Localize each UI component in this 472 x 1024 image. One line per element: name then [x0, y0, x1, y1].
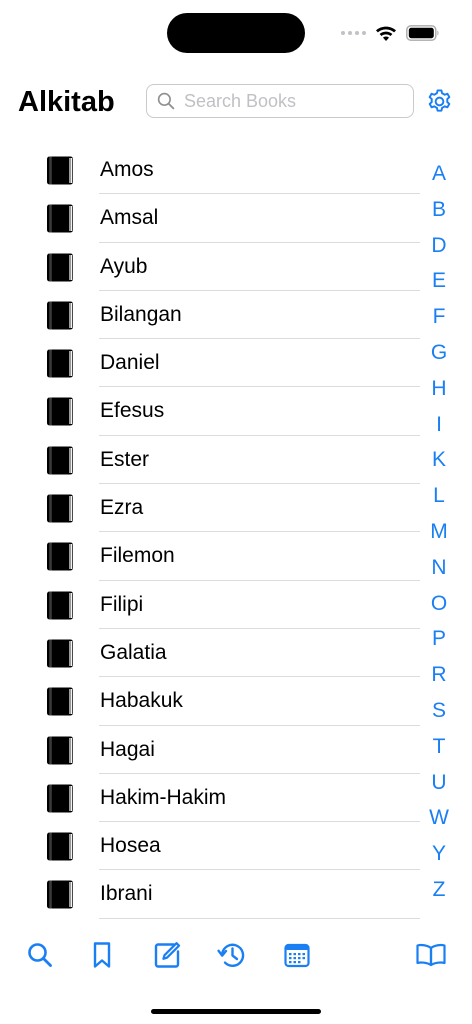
index-letter[interactable]: A — [424, 156, 454, 192]
book-list-item[interactable]: Ester — [0, 436, 420, 485]
index-letter[interactable]: W — [424, 800, 454, 836]
book-icon — [47, 204, 73, 233]
book-name: Amos — [100, 158, 154, 181]
book-icon — [47, 736, 73, 765]
calendar-icon[interactable] — [282, 940, 312, 970]
book-name: Hosea — [100, 834, 161, 858]
book-list-item[interactable]: Hakim-Hakim — [0, 774, 420, 823]
screen: Alkitab Amos Amsal — [0, 0, 472, 1024]
book-list-item[interactable]: Hagai — [0, 726, 420, 774]
index-letter[interactable]: H — [424, 371, 454, 407]
search-icon — [157, 92, 175, 110]
index-letter[interactable]: E — [424, 263, 454, 299]
row-divider — [99, 917, 420, 919]
index-letter[interactable]: S — [424, 693, 454, 729]
index-letter[interactable]: O — [424, 586, 454, 622]
book-list: Amos Amsal Ayub Bilangan Daniel Efesus E… — [0, 146, 420, 919]
book-name: Bilangan — [100, 302, 182, 326]
book-icon — [47, 832, 73, 861]
search-field[interactable] — [146, 84, 414, 118]
index-letter[interactable]: K — [424, 442, 454, 478]
book-name: Efesus — [100, 399, 165, 423]
gear-icon[interactable] — [426, 88, 453, 115]
battery-icon — [406, 25, 439, 41]
home-indicator — [151, 1009, 321, 1014]
notes-icon[interactable] — [152, 940, 182, 970]
book-icon — [47, 253, 73, 282]
index-letter[interactable]: I — [424, 407, 454, 443]
book-name: Amsal — [100, 206, 159, 230]
cellular-signal-icon — [341, 31, 366, 35]
book-icon — [47, 397, 73, 426]
search-icon[interactable] — [25, 940, 55, 970]
book-icon — [47, 784, 73, 813]
index-letter[interactable]: P — [424, 621, 454, 657]
book-icon — [47, 446, 73, 475]
book-icon — [47, 349, 73, 378]
book-list-item[interactable]: Amos — [0, 146, 420, 195]
book-name: Ibrani — [100, 882, 153, 906]
book-list-item[interactable]: Filipi — [0, 581, 420, 629]
book-icon — [47, 591, 73, 620]
index-letter[interactable]: F — [424, 299, 454, 335]
index-letter[interactable]: U — [424, 765, 454, 801]
book-list-item[interactable]: Ayub — [0, 243, 420, 291]
index-letter[interactable]: L — [424, 478, 454, 514]
book-list-item[interactable]: Filemon — [0, 532, 420, 581]
bookmark-icon[interactable] — [87, 940, 117, 970]
book-name: Filemon — [100, 544, 175, 568]
book-icon — [47, 156, 73, 185]
book-list-item[interactable]: Daniel — [0, 339, 420, 388]
history-icon[interactable] — [217, 940, 247, 970]
index-letter[interactable]: Y — [424, 836, 454, 872]
index-letter[interactable]: M — [424, 514, 454, 550]
book-icon — [47, 301, 73, 330]
book-list-item[interactable]: Galatia — [0, 629, 420, 678]
book-name: Ester — [100, 447, 150, 471]
book-name: Daniel — [100, 351, 160, 375]
wifi-icon — [376, 26, 396, 41]
book-name: Hagai — [100, 737, 155, 761]
book-name: Galatia — [100, 640, 167, 664]
index-letter[interactable]: R — [424, 657, 454, 693]
index-letter[interactable]: N — [424, 550, 454, 586]
book-name: Hakim-Hakim — [100, 785, 226, 809]
index-letter[interactable]: G — [424, 335, 454, 371]
book-icon — [47, 494, 73, 523]
book-list-item[interactable]: Ibrani — [0, 870, 420, 919]
book-name: Habakuk — [100, 689, 183, 713]
book-icon — [47, 639, 73, 668]
dynamic-island — [167, 13, 305, 53]
index-letter[interactable]: B — [424, 192, 454, 228]
book-list-item[interactable]: Bilangan — [0, 291, 420, 340]
index-letter[interactable]: D — [424, 228, 454, 264]
book-icon — [47, 687, 73, 716]
open-book-icon[interactable] — [415, 940, 447, 970]
book-list-item[interactable]: Habakuk — [0, 677, 420, 726]
book-name: Ayub — [100, 254, 148, 278]
book-list-item[interactable]: Hosea — [0, 822, 420, 871]
book-name: Filipi — [100, 592, 144, 616]
book-list-item[interactable]: Efesus — [0, 387, 420, 436]
book-icon — [47, 542, 73, 571]
page-title: Alkitab — [18, 86, 115, 118]
book-list-item[interactable]: Amsal — [0, 194, 420, 243]
search-input[interactable] — [184, 90, 404, 112]
tab-bar — [0, 930, 472, 980]
book-icon — [47, 880, 73, 909]
status-bar-right — [341, 22, 440, 44]
index-letter[interactable]: Z — [424, 872, 454, 908]
alphabet-index[interactable]: ABDEFGHIKLMNOPRSTUWYZ — [424, 156, 454, 908]
book-name: Ezra — [100, 496, 144, 520]
book-list-item[interactable]: Ezra — [0, 484, 420, 533]
index-letter[interactable]: T — [424, 729, 454, 765]
